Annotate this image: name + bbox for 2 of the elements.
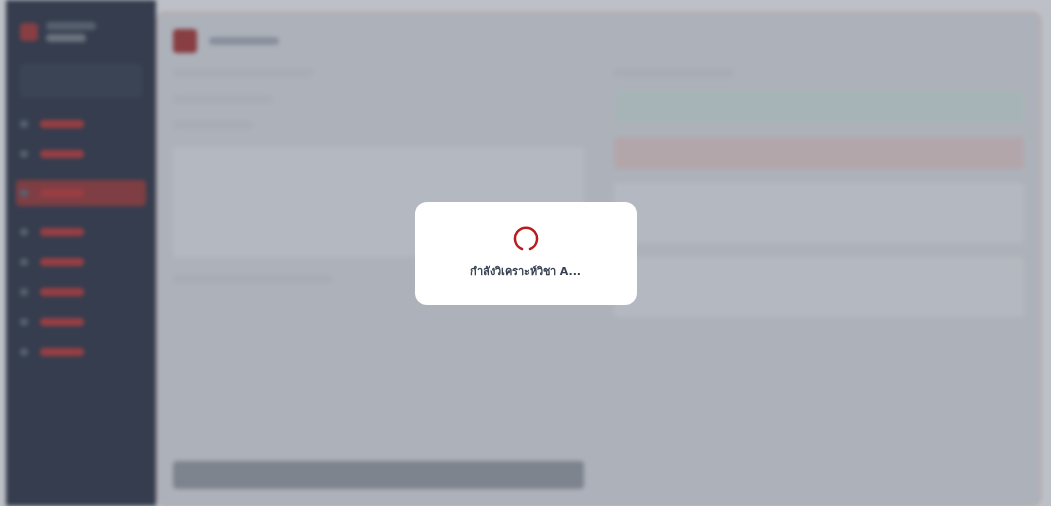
- spinner-icon: [512, 225, 539, 252]
- loading-message: กำลังวิเคราะห์วิชา A...: [469, 263, 582, 280]
